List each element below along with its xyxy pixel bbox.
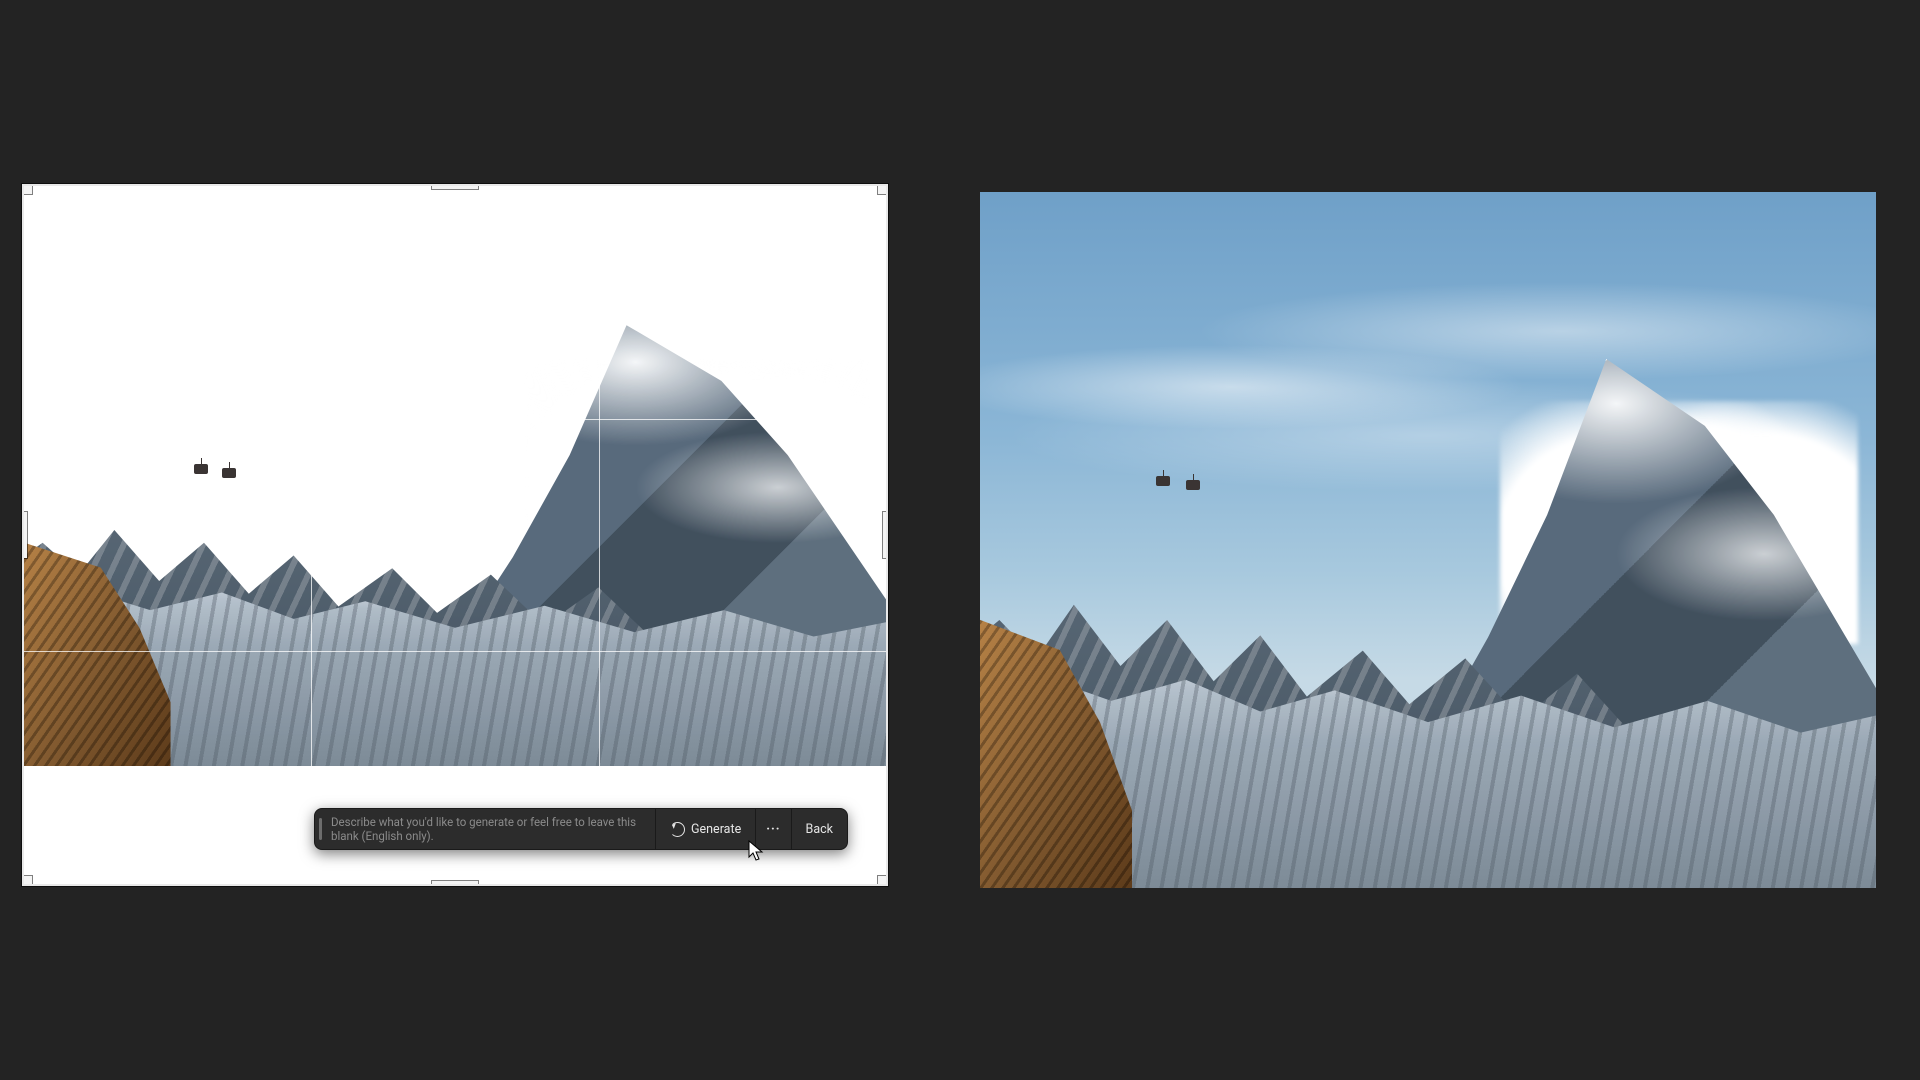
toolbar-grip[interactable] (315, 809, 325, 849)
generate-icon (670, 822, 685, 837)
generate-label: Generate (691, 822, 741, 837)
crop-handle-top-left[interactable] (22, 184, 32, 194)
image-left (24, 186, 886, 766)
crop-handle-bottom-right[interactable] (878, 876, 888, 886)
generate-button[interactable]: Generate (656, 809, 755, 849)
canvas-right (980, 192, 1876, 888)
more-options-button[interactable]: ··· (756, 809, 790, 849)
crop-handle-right[interactable] (883, 512, 888, 558)
crop-handle-top-right[interactable] (878, 184, 888, 194)
back-button[interactable]: Back (792, 809, 847, 849)
crop-handle-top[interactable] (432, 184, 478, 189)
crop-handle-bottom-left[interactable] (22, 876, 32, 886)
prompt-input[interactable] (325, 809, 655, 849)
crop-handle-left[interactable] (22, 512, 27, 558)
more-icon: ··· (766, 822, 780, 837)
back-label: Back (806, 822, 833, 837)
canvas-left[interactable] (22, 184, 888, 886)
generative-fill-toolbar: Generate ··· Back (314, 808, 848, 850)
crop-handle-bottom[interactable] (432, 881, 478, 886)
